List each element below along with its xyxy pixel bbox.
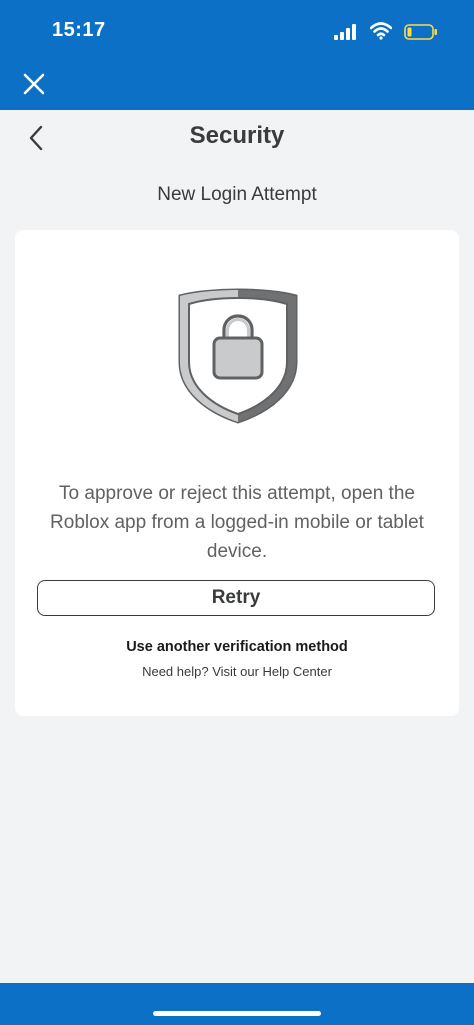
page-title: Security <box>189 122 285 149</box>
retry-button[interactable]: Retry <box>37 580 435 616</box>
top-bar: 15:17 <box>0 0 474 110</box>
login-attempt-card: To approve or reject this attempt, open … <box>15 230 459 716</box>
help-prefix-text: Need help? Visit our <box>142 664 263 679</box>
battery-icon <box>404 24 437 40</box>
home-indicator[interactable] <box>153 1011 321 1016</box>
use-another-method-link[interactable]: Use another verification method <box>15 639 459 655</box>
page-subtitle: New Login Attempt <box>157 184 317 205</box>
shield-lock-icon <box>176 284 300 426</box>
nav-header: Security <box>0 110 474 170</box>
help-center-link[interactable]: Help Center <box>263 664 332 679</box>
wifi-icon <box>370 22 392 40</box>
help-line: Need help? Visit our Help Center <box>15 664 459 679</box>
bottom-bar <box>0 983 474 1025</box>
cellular-signal-icon <box>334 24 356 40</box>
instruction-message: To approve or reject this attempt, open … <box>50 483 424 562</box>
status-time: 15:17 <box>52 19 106 41</box>
status-icons <box>318 22 438 42</box>
close-button[interactable] <box>18 68 50 100</box>
close-icon <box>23 73 45 95</box>
